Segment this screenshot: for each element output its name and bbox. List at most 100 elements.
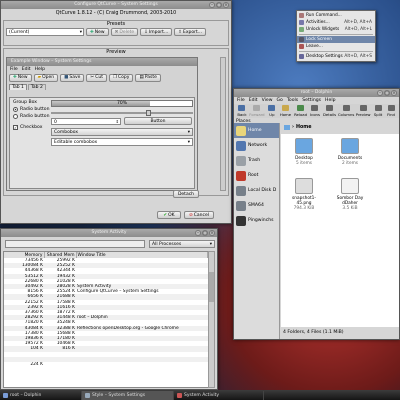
menu-tools[interactable]: Tools: [287, 98, 298, 103]
export-button[interactable]: ⇧ Export...: [174, 28, 207, 36]
home-button[interactable]: Home: [280, 105, 291, 117]
task-dolphin[interactable]: root – Dolphin: [0, 390, 82, 400]
maximize-button[interactable]: □: [216, 2, 222, 8]
preview-menu-edit[interactable]: Edit: [22, 67, 31, 72]
preview-copy-button[interactable]: ❐ Copy: [108, 73, 134, 82]
task-system-settings[interactable]: Style – System Settings: [82, 390, 174, 400]
place-item-5[interactable]: SMA64: [234, 198, 279, 213]
details-view-button[interactable]: Details: [323, 105, 336, 117]
import-icon: ⇩: [144, 29, 148, 35]
menu-item-3[interactable]: Lock Screen: [297, 36, 375, 43]
process-filter-combobox[interactable]: All Processes ▾: [149, 240, 215, 248]
menu-item-2[interactable]: Unlock Widgets Alt+D, Alt+L: [297, 26, 375, 33]
columns-view-icon: [342, 105, 350, 111]
sysact-titlebar[interactable]: System Activity – □ ×: [1, 229, 217, 237]
spinbox[interactable]: 0 ⇕: [51, 118, 121, 125]
menu-settings[interactable]: Settings: [302, 98, 321, 103]
breadcrumb-home[interactable]: Home: [296, 125, 312, 130]
task-system-activity[interactable]: System Activity: [174, 390, 264, 400]
editable-combobox[interactable]: Editable combobox ▾: [51, 138, 193, 146]
menu-file[interactable]: File: [237, 98, 245, 103]
radio-row-1[interactable]: Radio button: [13, 107, 50, 112]
run-icon: [299, 13, 304, 18]
menu-edit[interactable]: Edit: [249, 98, 258, 103]
place-item-4[interactable]: Local Disk D: [234, 183, 279, 198]
spin-arrows-icon[interactable]: ⇕: [116, 118, 119, 125]
about-text: QtCurve 1.8.12 - (C) Craig Drummond, 200…: [55, 11, 177, 16]
details-label: Details: [322, 112, 337, 117]
preview-new-button[interactable]: ✚ New: [9, 73, 32, 82]
cancel-button[interactable]: ⊘ Cancel: [184, 211, 214, 219]
back-button[interactable]: Back: [237, 105, 247, 117]
delete-button[interactable]: ✖ Delete: [110, 28, 139, 36]
import-button[interactable]: ⇩ Import...: [140, 28, 173, 36]
reload-button[interactable]: Reload: [294, 105, 307, 117]
place-item-6[interactable]: Pingwinchs: [234, 213, 279, 228]
table-row[interactable]: 224 K: [4, 362, 208, 367]
preview-save-button[interactable]: ■ Save: [60, 73, 85, 82]
menu-item-4[interactable]: Leave...: [297, 43, 375, 50]
find-button[interactable]: Find: [386, 105, 396, 117]
checkbox-row[interactable]: ✓ Checkbox: [13, 125, 42, 130]
menu-go[interactable]: Go: [277, 98, 283, 103]
tab-2[interactable]: Tab 2: [27, 83, 46, 90]
menu-item-1[interactable]: Activities... Alt+D, Alt+A: [297, 19, 375, 26]
menu-help[interactable]: Help: [325, 98, 335, 103]
ok-icon: ✔: [163, 212, 168, 218]
radio-row-2[interactable]: Radio button: [13, 114, 50, 119]
place-icon: [236, 200, 246, 211]
menu-item-5[interactable]: Desktop Settings Alt+D, Alt+S: [297, 53, 375, 60]
columns-view-button[interactable]: Columns: [338, 105, 354, 117]
file-item-3[interactable]: Sombor Day dDaher 3.5 KiB: [331, 178, 369, 211]
slider-handle[interactable]: [146, 110, 151, 116]
place-item-3[interactable]: Root: [234, 168, 279, 183]
table-scrollbar[interactable]: [208, 251, 215, 388]
forward-button[interactable]: Forward: [249, 105, 265, 117]
maximize-button[interactable]: □: [384, 90, 390, 96]
minimize-button[interactable]: –: [377, 90, 383, 96]
icons-view-button[interactable]: Icons: [310, 105, 320, 117]
qtcurve-titlebar[interactable]: Configure QtCurve – System Settings – □ …: [1, 1, 231, 9]
close-button[interactable]: ×: [209, 230, 215, 236]
file-item-0[interactable]: Desktop 5 items: [285, 138, 323, 166]
split-button[interactable]: Split: [373, 105, 383, 117]
close-button[interactable]: ×: [223, 2, 229, 8]
icons-label: Icons: [310, 112, 320, 117]
menu-item-0[interactable]: Run Command...: [297, 12, 375, 19]
file-item-1[interactable]: Documents 2 items: [331, 138, 369, 166]
preview-button[interactable]: Preview: [356, 105, 371, 117]
minimize-button[interactable]: –: [209, 2, 215, 8]
process-filter-value: All Processes: [152, 242, 182, 247]
place-item-0[interactable]: Home: [234, 123, 279, 138]
place-item-2[interactable]: Trash: [234, 153, 279, 168]
ok-button[interactable]: ✔ OK: [157, 211, 181, 219]
filter-line-edit[interactable]: [5, 240, 145, 248]
detach-button[interactable]: Detach: [173, 190, 199, 198]
maximize-button[interactable]: □: [202, 230, 208, 236]
paste-icon: ▤: [139, 75, 144, 80]
combobox[interactable]: Combobox ▾: [51, 128, 193, 136]
preview-open-button[interactable]: ▰ Open: [33, 73, 59, 82]
breadcrumb[interactable]: › Home: [284, 125, 312, 130]
folder-icon: [341, 138, 359, 154]
preview-cut-button[interactable]: ✂ Cut: [86, 73, 107, 82]
file-item-2[interactable]: snapshot1-45.png 794.3 KiB: [285, 178, 323, 211]
preset-combobox[interactable]: (Current) ▾: [6, 28, 84, 36]
dolphin-app-icon: [3, 392, 8, 398]
menu-view[interactable]: View: [262, 98, 273, 103]
new-button[interactable]: ✚ New: [86, 28, 109, 36]
preview-scrollbar[interactable]: [220, 57, 226, 191]
tab-1[interactable]: Tab 1: [9, 83, 27, 90]
radio-1-label: Radio button: [20, 107, 50, 112]
preview-button[interactable]: Button: [124, 117, 192, 125]
preview-paste-button[interactable]: ▤ Paste: [135, 73, 161, 82]
place-item-1[interactable]: Network: [234, 138, 279, 153]
up-button[interactable]: Up: [267, 105, 277, 117]
close-button[interactable]: ×: [391, 90, 397, 96]
preview-menu-file[interactable]: File: [10, 67, 18, 72]
slider[interactable]: [51, 110, 193, 116]
preview-menu-help[interactable]: Help: [35, 67, 45, 72]
dolphin-titlebar[interactable]: root – Dolphin – □ ×: [234, 89, 399, 97]
minimize-button[interactable]: –: [195, 230, 201, 236]
scrollbar-handle[interactable]: [209, 272, 214, 302]
